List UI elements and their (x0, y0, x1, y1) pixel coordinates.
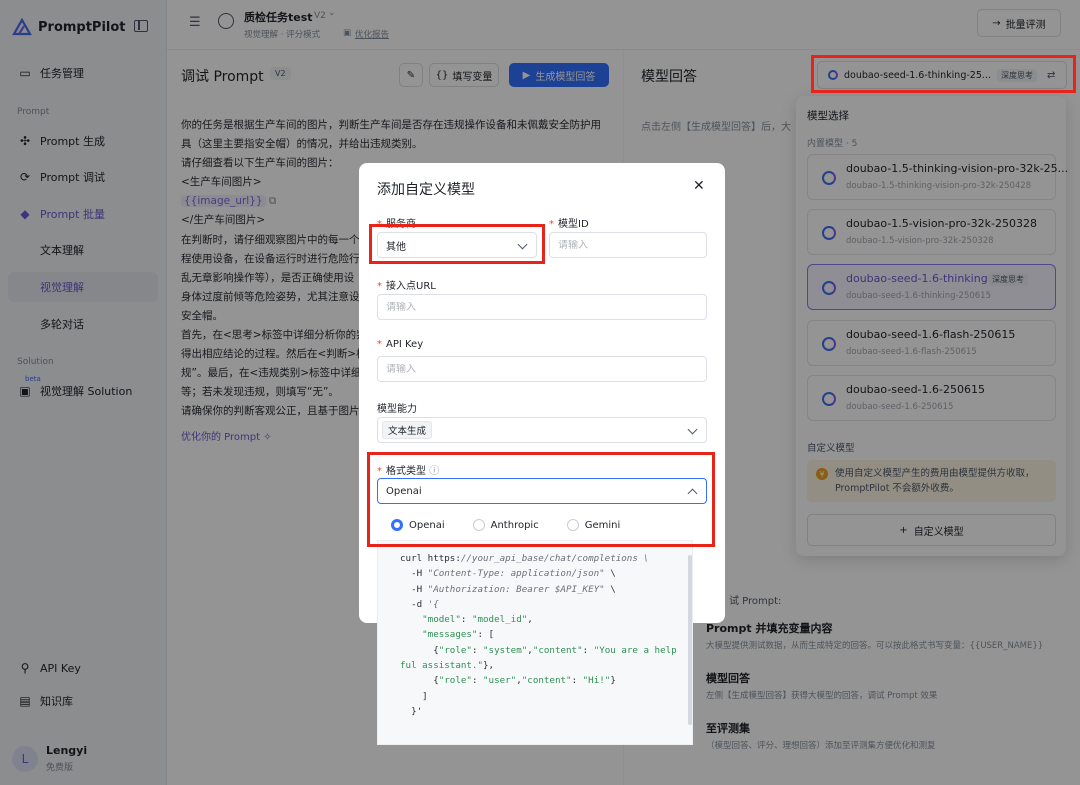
provider-label: * 服务商 (377, 219, 416, 230)
model-id-input[interactable] (558, 239, 706, 251)
endpoint-input[interactable] (386, 301, 706, 313)
radio-icon (472, 519, 485, 531)
capability-select[interactable]: 文本生成 (377, 417, 707, 443)
apikey-field[interactable] (377, 356, 707, 382)
radio-label: Gemini (584, 519, 621, 531)
radio-checked-icon (391, 519, 403, 531)
modal-title: 添加自定义模型 (377, 182, 475, 198)
provider-value: 其他 (386, 241, 406, 253)
close-icon[interactable]: ✕ (693, 178, 705, 194)
chevron-up-icon (687, 488, 698, 499)
code-scrollbar[interactable] (688, 555, 692, 725)
capability-tag[interactable]: 文本生成 (382, 421, 433, 439)
model-id-label: * 模型ID (549, 219, 589, 230)
format-select[interactable]: Openai (377, 478, 707, 504)
help-icon[interactable]: ⓘ (429, 466, 439, 477)
format-label: * 格式类型 ⓘ (377, 466, 440, 477)
format-value: Openai (386, 485, 422, 497)
radio-icon (566, 519, 579, 531)
chevron-down-icon (687, 424, 698, 435)
provider-select[interactable]: 其他 (377, 232, 537, 258)
apikey-input[interactable] (386, 363, 706, 375)
radio-label: Anthropic (490, 519, 539, 531)
curl-code-sample: curl https://your_api_base/chat/completi… (377, 540, 693, 745)
model-id-field[interactable] (549, 232, 707, 258)
endpoint-label: * 接入点URL (377, 281, 436, 292)
capability-label: 模型能力 (377, 404, 417, 415)
apikey-label: * API Key (377, 339, 424, 350)
chevron-down-icon (517, 239, 528, 250)
format-option-openai[interactable]: Openai (391, 519, 445, 531)
format-options: Openai Anthropic Gemini (377, 505, 707, 545)
endpoint-field[interactable] (377, 294, 707, 320)
radio-label: Openai (409, 519, 445, 531)
format-option-gemini[interactable]: Gemini (566, 519, 621, 531)
format-option-anthropic[interactable]: Anthropic (472, 519, 539, 531)
